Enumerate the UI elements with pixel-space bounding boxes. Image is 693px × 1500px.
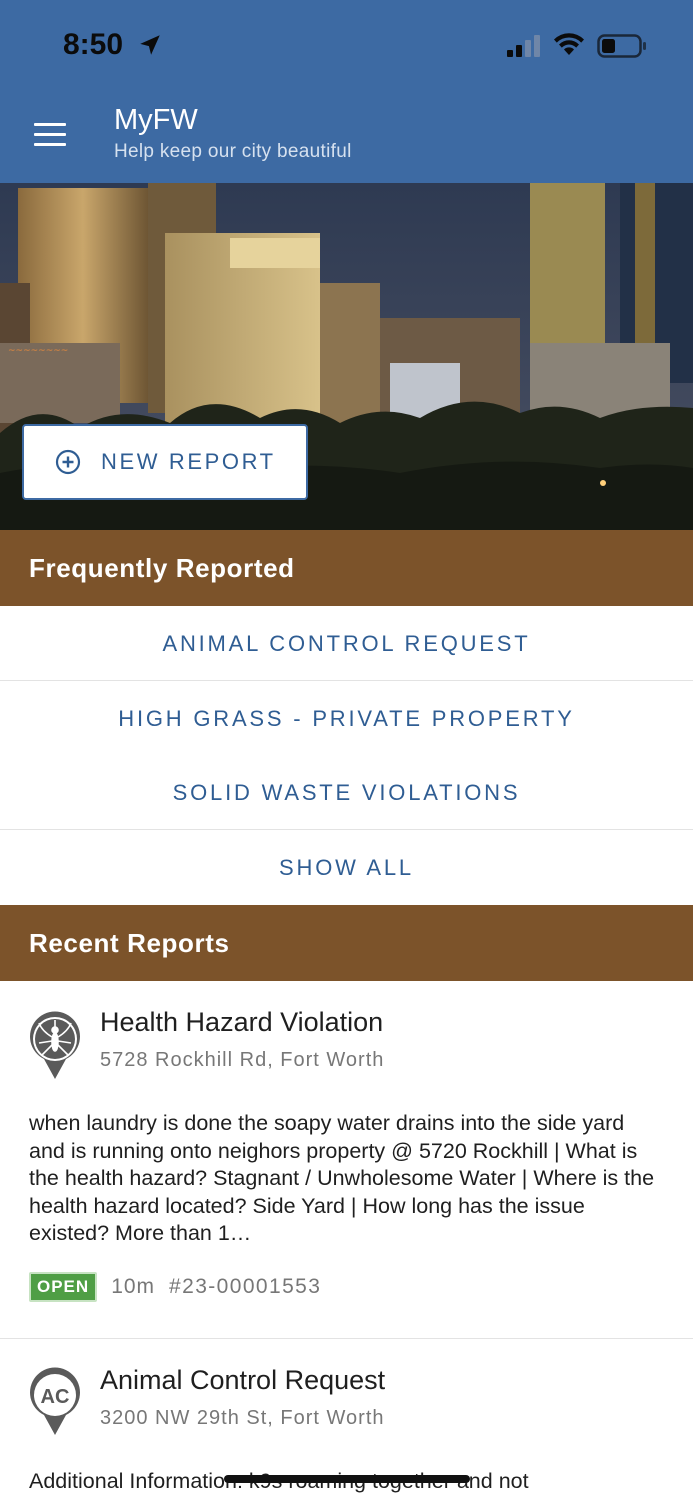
animal-control-pin-text: AC	[41, 1386, 70, 1408]
battery-icon	[597, 34, 646, 58]
app-title: MyFW	[114, 104, 198, 136]
frequently-reported-header: Frequently Reported	[0, 530, 693, 606]
freq-item-solid-waste[interactable]: SOLID WASTE VIOLATIONS	[0, 755, 693, 830]
location-arrow-icon	[140, 35, 160, 55]
recent-reports-header: Recent Reports	[0, 905, 693, 981]
wifi-icon	[554, 33, 584, 55]
freq-item-high-grass[interactable]: HIGH GRASS - PRIVATE PROPERTY	[0, 681, 693, 756]
report-title: Health Hazard Violation	[100, 1007, 384, 1037]
report-meta: OPEN 10m #23-00001553	[29, 1272, 321, 1302]
show-all-button[interactable]: SHOW ALL	[0, 830, 693, 905]
plus-circle-icon	[55, 449, 81, 475]
home-indicator[interactable]	[224, 1475, 470, 1483]
report-title: Animal Control Request	[100, 1365, 386, 1395]
report-number: #23-00001553	[169, 1275, 322, 1298]
report-address: 3200 NW 29th St, Fort Worth	[100, 1407, 385, 1429]
new-report-label: NEW REPORT	[101, 449, 276, 474]
status-badge: OPEN	[29, 1272, 98, 1302]
mosquito-pin-icon	[30, 1011, 81, 1079]
new-report-button[interactable]: NEW REPORT	[22, 424, 308, 500]
status-time: 8:50	[63, 28, 124, 61]
cellular-signal-icon	[507, 35, 540, 57]
report-age: 10m	[111, 1275, 156, 1298]
hamburger-menu-icon[interactable]	[30, 118, 70, 152]
animal-control-pin-icon: AC	[30, 1367, 81, 1435]
app-header: 8:50 MyFW Help keep our city beautiful	[0, 0, 693, 183]
app-subtitle: Help keep our city beautiful	[114, 141, 352, 162]
report-address: 5728 Rockhill Rd, Fort Worth	[100, 1049, 385, 1071]
report-description: when laundry is done the soapy water dra…	[29, 1111, 655, 1245]
svg-text:~~~~~~~~: ~~~~~~~~	[8, 346, 68, 356]
freq-item-animal-control[interactable]: ANIMAL CONTROL REQUEST	[0, 606, 693, 681]
report-item[interactable]: Health Hazard Violation 5728 Rockhill Rd…	[0, 981, 693, 1338]
